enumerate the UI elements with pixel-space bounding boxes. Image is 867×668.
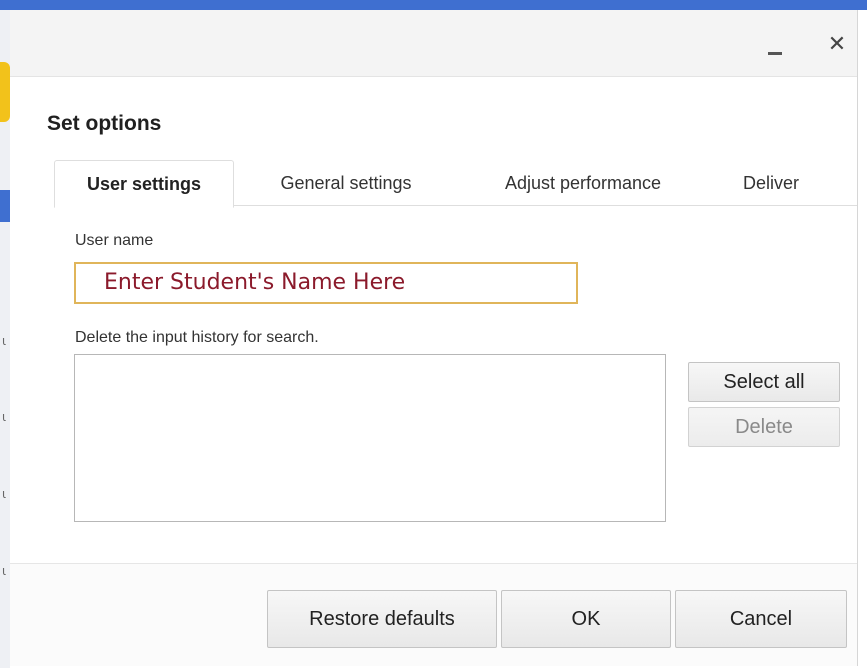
restore-defaults-button[interactable]: Restore defaults bbox=[267, 590, 497, 648]
background-text-fragment: ɩ bbox=[2, 334, 7, 348]
background-text-fragment: ɩ bbox=[2, 410, 7, 424]
dialog-titlebar[interactable]: ✕ bbox=[10, 10, 857, 77]
user-name-label: User name bbox=[75, 232, 154, 249]
search-history-list[interactable] bbox=[74, 354, 666, 522]
tab-adjust-performance[interactable]: Adjust performance bbox=[472, 160, 694, 205]
dialog-title: Set options bbox=[47, 112, 162, 135]
set-options-dialog: ✕ Set options User settings General sett… bbox=[10, 10, 858, 666]
ok-button[interactable]: OK bbox=[501, 590, 671, 648]
tab-deliver[interactable]: Deliver bbox=[726, 160, 816, 205]
history-label: Delete the input history for search. bbox=[75, 329, 319, 346]
background-text-fragment: ɩ bbox=[2, 564, 7, 578]
select-all-button[interactable]: Select all bbox=[688, 362, 840, 402]
close-button[interactable]: ✕ bbox=[822, 30, 852, 60]
background-text-fragment: ɩ bbox=[2, 487, 7, 501]
user-name-input[interactable]: Enter Student's Name Here bbox=[74, 262, 578, 304]
delete-button[interactable]: Delete bbox=[688, 407, 840, 447]
background-app-accent-blue bbox=[0, 190, 10, 222]
tab-general-settings[interactable]: General settings bbox=[254, 160, 438, 205]
tab-user-settings[interactable]: User settings bbox=[54, 160, 234, 208]
close-icon: ✕ bbox=[827, 32, 847, 57]
background-app-header bbox=[0, 0, 867, 10]
background-app-accent bbox=[0, 62, 10, 122]
minimize-icon bbox=[768, 52, 782, 55]
cancel-button[interactable]: Cancel bbox=[675, 590, 847, 648]
tab-bar: User settings General settings Adjust pe… bbox=[54, 160, 857, 208]
minimize-button[interactable] bbox=[760, 30, 790, 60]
